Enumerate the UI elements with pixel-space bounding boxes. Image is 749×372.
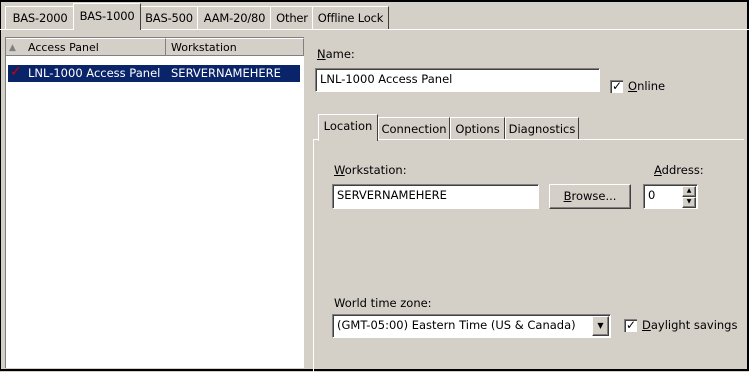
- window-left-border: [0, 0, 1, 371]
- tab-bas-500[interactable]: BAS-500: [139, 6, 199, 29]
- browse-button[interactable]: Browse...: [549, 184, 631, 209]
- workstation-field[interactable]: SERVERNAMEHERE: [332, 184, 539, 209]
- tab-bas-2000[interactable]: BAS-2000: [5, 6, 75, 29]
- column-header-workstation[interactable]: Workstation: [166, 38, 304, 56]
- address-label: Address:: [654, 163, 704, 177]
- chevron-down-icon[interactable]: ▼: [592, 316, 609, 336]
- address-up-button[interactable]: ▲: [682, 186, 696, 197]
- tab-diagnostics[interactable]: Diagnostics: [505, 117, 579, 140]
- row-workstation: SERVERNAMEHERE: [171, 66, 281, 80]
- access-panel-list[interactable]: ▲ Access Panel Workstation ✓ LNL-1000 Ac…: [5, 37, 304, 368]
- daylight-savings-label[interactable]: Daylight savings: [642, 318, 737, 332]
- tab-offline-lock[interactable]: Offline Lock: [312, 6, 389, 29]
- tab-connection[interactable]: Connection: [378, 117, 450, 140]
- timezone-label: World time zone:: [334, 296, 432, 310]
- tab-location[interactable]: Location: [318, 114, 378, 141]
- tab-aam-20-80[interactable]: AAM-20/80: [197, 6, 272, 29]
- panel-online-icon: ✓: [10, 64, 22, 80]
- name-field[interactable]: LNL-1000 Access Panel: [315, 68, 600, 92]
- column-label-access-panel: Access Panel: [28, 41, 99, 54]
- column-header-access-panel[interactable]: ▲ Access Panel: [6, 38, 166, 56]
- daylight-savings-checkbox[interactable]: ✓: [624, 319, 637, 332]
- workstation-label: Workstation:: [334, 163, 407, 177]
- row-panel-name: LNL-1000 Access Panel: [28, 66, 161, 80]
- name-label: Name:: [317, 47, 355, 61]
- column-label-workstation: Workstation: [171, 41, 237, 54]
- tab-bas-1000[interactable]: BAS-1000: [73, 3, 141, 30]
- online-label[interactable]: Online: [628, 79, 665, 93]
- address-down-button[interactable]: ▼: [682, 197, 696, 208]
- window-top-border: [0, 0, 749, 2]
- online-checkbox[interactable]: ✓: [610, 80, 623, 93]
- tab-other[interactable]: Other: [270, 6, 314, 29]
- table-row[interactable]: ✓ LNL-1000 Access Panel SERVERNAMEHERE: [8, 64, 300, 82]
- timezone-select[interactable]: (GMT-05:00) Eastern Time (US & Canada): [332, 314, 611, 338]
- sort-arrow-icon: ▲: [9, 43, 16, 53]
- tab-options[interactable]: Options: [450, 117, 505, 140]
